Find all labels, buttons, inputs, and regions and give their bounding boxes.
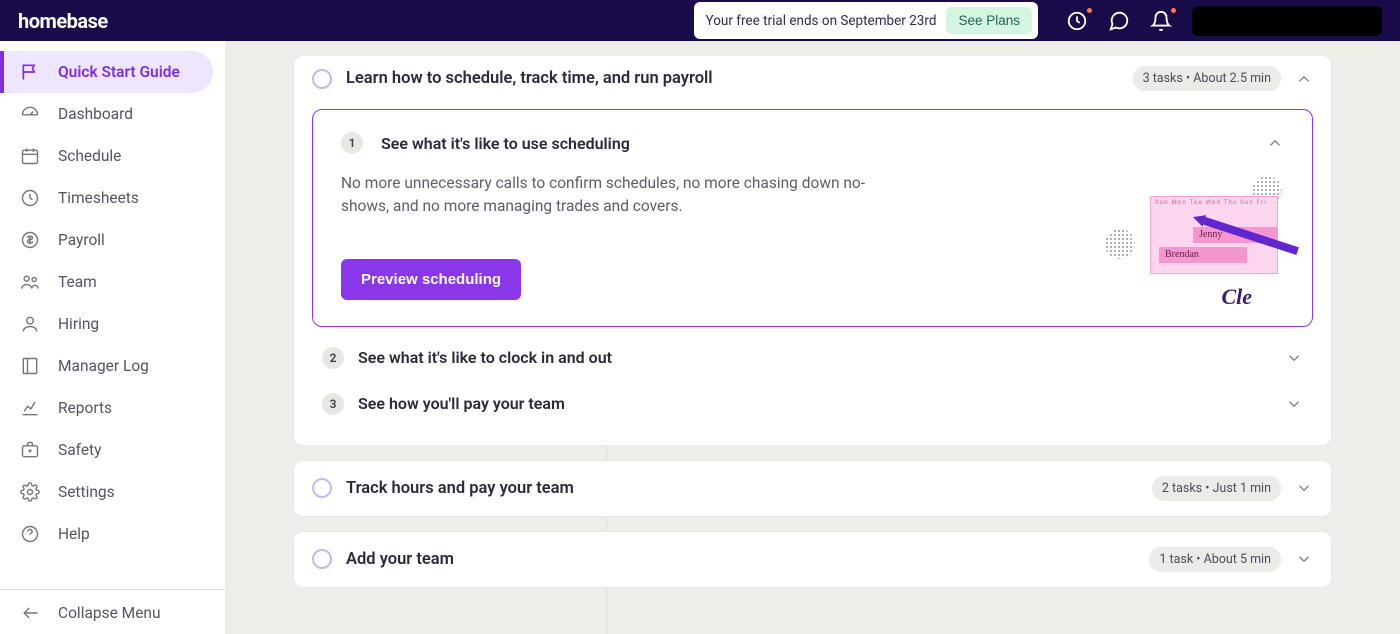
bell-icon[interactable] [1150, 10, 1172, 32]
completion-circle [312, 69, 332, 89]
help-icon [20, 524, 40, 544]
scheduling-illustration: Sun Mon Tue Wed Thu Sun Fri Jenny Brenda… [1100, 174, 1300, 314]
completion-circle [312, 549, 332, 569]
sidebar-item-settings[interactable]: Settings [0, 471, 225, 513]
sidebar-item-label: Manager Log [58, 357, 149, 375]
sidebar-item-label: Schedule [58, 147, 121, 165]
completion-circle [312, 478, 332, 498]
app-header: homebase Your free trial ends on Septemb… [0, 0, 1400, 41]
chevron-up-icon[interactable] [1266, 134, 1284, 152]
book-icon [20, 356, 40, 376]
sidebar-item-schedule[interactable]: Schedule [0, 135, 225, 177]
main-content: Learn how to schedule, track time, and r… [225, 41, 1400, 634]
sidebar-item-manager-log[interactable]: Manager Log [0, 345, 225, 387]
preview-scheduling-button[interactable]: Preview scheduling [341, 259, 521, 300]
task-scheduling: 1 See what it's like to use scheduling N… [312, 109, 1313, 327]
sidebar-item-help[interactable]: Help [0, 513, 225, 555]
task-description: No more unnecessary calls to confirm sch… [341, 172, 901, 219]
step-number: 1 [341, 132, 363, 154]
section-title: Add your team [346, 550, 1135, 569]
section-title: Track hours and pay your team [346, 479, 1138, 498]
sidebar-item-label: Collapse Menu [58, 604, 161, 622]
flag-icon [20, 62, 40, 82]
signature-graphic: Cle [1221, 284, 1252, 310]
briefcase-plus-icon [20, 440, 40, 460]
sidebar-item-reports[interactable]: Reports [0, 387, 225, 429]
guide-section-add-team[interactable]: Add your team 1 task • About 5 min [293, 531, 1332, 588]
section-title: Learn how to schedule, track time, and r… [346, 69, 1119, 88]
divider [0, 589, 225, 590]
clock-icon [20, 188, 40, 208]
chart-icon [20, 398, 40, 418]
sidebar-item-label: Team [58, 273, 97, 291]
sidebar-item-label: Quick Start Guide [58, 63, 180, 81]
person-icon [20, 314, 40, 334]
sidebar-item-label: Reports [58, 399, 112, 417]
sidebar-item-label: Settings [58, 483, 115, 501]
sidebar-item-label: Hiring [58, 315, 99, 333]
sidebar-item-payroll[interactable]: Payroll [0, 219, 225, 261]
clock-icon[interactable] [1066, 10, 1088, 32]
sidebar-item-label: Payroll [58, 231, 105, 249]
dots-decoration [1105, 229, 1135, 259]
chevron-down-icon [1285, 349, 1303, 367]
gauge-icon [20, 104, 40, 124]
notification-dot [1087, 8, 1092, 13]
chevron-down-icon [1285, 395, 1303, 413]
chevron-down-icon [1295, 550, 1313, 568]
redacted-user-area [1192, 6, 1382, 36]
sidebar-item-quick-start[interactable]: Quick Start Guide [0, 51, 213, 93]
notification-dot [1171, 8, 1176, 13]
step-number: 3 [322, 393, 344, 415]
sidebar-item-label: Help [58, 525, 90, 543]
collapse-menu-button[interactable]: Collapse Menu [0, 592, 225, 634]
sidebar-item-label: Safety [58, 441, 101, 459]
collapse-icon [20, 603, 40, 623]
section-header[interactable]: Learn how to schedule, track time, and r… [312, 66, 1313, 91]
sidebar-item-team[interactable]: Team [0, 261, 225, 303]
task-clock-in-out[interactable]: 2 See what it's like to clock in and out [312, 335, 1313, 381]
calendar-name-2: Brendan [1159, 247, 1247, 263]
dollar-icon [20, 230, 40, 250]
guide-section-track-hours[interactable]: Track hours and pay your team 2 tasks • … [293, 460, 1332, 517]
gear-icon [20, 482, 40, 502]
task-title: See how you'll pay your team [358, 394, 1271, 413]
section-meta: 1 task • About 5 min [1149, 547, 1281, 572]
header-icons [1066, 6, 1382, 36]
team-icon [20, 272, 40, 292]
sidebar-item-timesheets[interactable]: Timesheets [0, 177, 225, 219]
step-number: 2 [322, 347, 344, 369]
sidebar: Quick Start Guide Dashboard Schedule Tim… [0, 41, 225, 634]
sidebar-item-label: Dashboard [58, 105, 133, 123]
sidebar-item-label: Timesheets [58, 189, 139, 207]
chat-icon[interactable] [1108, 10, 1130, 32]
sidebar-item-hiring[interactable]: Hiring [0, 303, 225, 345]
sidebar-item-dashboard[interactable]: Dashboard [0, 93, 225, 135]
task-pay-team[interactable]: 3 See how you'll pay your team [312, 381, 1313, 427]
sidebar-item-safety[interactable]: Safety [0, 429, 225, 471]
trial-banner: Your free trial ends on September 23rd S… [694, 2, 1038, 39]
calendar-icon [20, 146, 40, 166]
logo[interactable]: homebase [18, 9, 108, 33]
task-header[interactable]: 1 See what it's like to use scheduling [341, 132, 1284, 154]
section-meta: 3 tasks • About 2.5 min [1133, 66, 1281, 91]
calendar-days: Sun Mon Tue Wed Thu Sun Fri [1155, 199, 1267, 206]
see-plans-button[interactable]: See Plans [946, 7, 1032, 34]
header-right: Your free trial ends on September 23rd S… [694, 2, 1382, 39]
task-title: See what it's like to use scheduling [381, 134, 1248, 153]
task-title: See what it's like to clock in and out [358, 348, 1271, 367]
guide-section-learn: Learn how to schedule, track time, and r… [293, 55, 1332, 446]
trial-text: Your free trial ends on September 23rd [706, 13, 937, 29]
section-meta: 2 tasks • Just 1 min [1152, 476, 1281, 501]
chevron-down-icon [1295, 479, 1313, 497]
chevron-up-icon[interactable] [1295, 70, 1313, 88]
app-body: Quick Start Guide Dashboard Schedule Tim… [0, 41, 1400, 634]
